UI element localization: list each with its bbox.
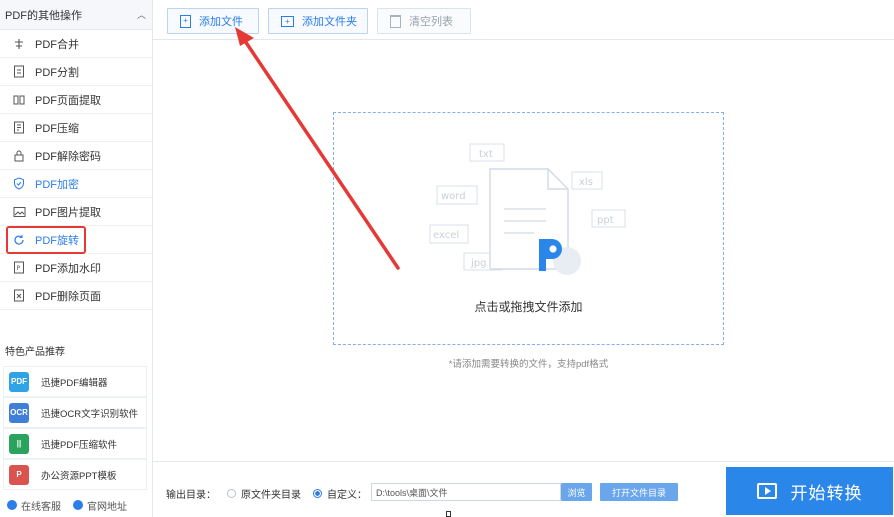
sidebar: PDF的其他操作 ︿ PDF合并 PDF分割 PDF页面提取 PDF压缩 PDF… bbox=[0, 0, 153, 517]
sidebar-footer: 在线客服 官网地址 bbox=[0, 495, 152, 515]
mouse-cursor-icon bbox=[446, 511, 451, 517]
sidebar-item-label: PDF分割 bbox=[35, 66, 79, 79]
sidebar-item-merge[interactable]: PDF合并 bbox=[0, 30, 152, 58]
recommend-item-label: 迅捷OCR文字识别软件 bbox=[41, 408, 139, 420]
merge-icon bbox=[12, 37, 26, 51]
zip-icon: || bbox=[9, 433, 29, 454]
delete-page-icon bbox=[12, 289, 26, 303]
radio-dot bbox=[313, 489, 322, 498]
browser-icon bbox=[73, 500, 83, 510]
rotate-icon bbox=[12, 233, 26, 247]
ocr-icon: OCR bbox=[9, 402, 29, 423]
sidebar-item-extract-pages[interactable]: PDF页面提取 bbox=[0, 86, 152, 114]
file-tag-txt: txt bbox=[479, 149, 493, 160]
sidebar-header[interactable]: PDF的其他操作 ︿ bbox=[0, 0, 152, 30]
online-service-label: 在线客服 bbox=[21, 501, 61, 513]
file-tag-excel: excel bbox=[433, 230, 459, 241]
sidebar-item-watermark[interactable]: P PDF添加水印 bbox=[0, 254, 152, 282]
radio-dot bbox=[227, 489, 236, 498]
recommend-item-label: 办公资源PPT模板 bbox=[41, 470, 117, 482]
sidebar-item-label: PDF添加水印 bbox=[35, 262, 101, 275]
recommend-item-label: 迅捷PDF压缩软件 bbox=[41, 439, 118, 451]
add-file-icon: + bbox=[180, 14, 191, 28]
sidebar-header-title: PDF的其他操作 bbox=[5, 9, 82, 22]
source-folder-label: 原文件夹目录 bbox=[241, 490, 301, 501]
clear-list-label: 清空列表 bbox=[409, 16, 453, 28]
file-tag-jpg: jpg bbox=[470, 258, 486, 269]
output-bar: 输出目录： 原文件夹目录 自定义： 浏览 打开文件目录 开始转换 bbox=[153, 461, 894, 517]
file-drop-zone[interactable]: txt word xls ppt excel jpg 点击或拖拽文件添加 bbox=[333, 112, 724, 345]
drop-zone-label: 点击或拖拽文件添加 bbox=[474, 300, 583, 314]
sidebar-item-label: PDF页面提取 bbox=[35, 94, 101, 107]
online-service-link[interactable]: 在线客服 bbox=[7, 498, 61, 513]
recommend-item-label: 迅捷PDF编辑器 bbox=[41, 377, 108, 389]
start-convert-button[interactable]: 开始转换 bbox=[726, 467, 893, 515]
sidebar-item-label: PDF合并 bbox=[35, 38, 79, 51]
recommend-item-ocr[interactable]: OCR 迅捷OCR文字识别软件 bbox=[3, 397, 147, 428]
sidebar-item-delete-page[interactable]: PDF删除页面 bbox=[0, 282, 152, 310]
source-folder-radio[interactable]: 原文件夹目录 bbox=[227, 486, 301, 501]
ppt-icon: P bbox=[9, 464, 29, 485]
recommend-item-ppt[interactable]: P 办公资源PPT模板 bbox=[3, 459, 147, 490]
browse-button[interactable]: 浏览 bbox=[561, 483, 592, 501]
custom-folder-label: 自定义： bbox=[327, 490, 367, 501]
sidebar-item-label: PDF图片提取 bbox=[35, 206, 101, 219]
add-folder-button[interactable]: + 添加文件夹 bbox=[268, 8, 368, 34]
clear-list-button[interactable]: 清空列表 bbox=[377, 8, 471, 34]
format-hint: *请添加需要转换的文件，支持pdf格式 bbox=[448, 359, 609, 370]
image-icon bbox=[12, 205, 26, 219]
sidebar-item-label: PDF压缩 bbox=[35, 122, 79, 135]
output-path-input[interactable] bbox=[371, 483, 561, 501]
shield-icon bbox=[12, 177, 26, 191]
sidebar-item-encrypt[interactable]: PDF加密 bbox=[0, 170, 152, 198]
sidebar-item-compress[interactable]: PDF压缩 bbox=[0, 114, 152, 142]
toolbar: + 添加文件 + 添加文件夹 清空列表 bbox=[153, 0, 894, 40]
file-types-illustration-icon: txt word xls ppt excel jpg bbox=[429, 143, 626, 275]
recommend-title: 特色产品推荐 bbox=[5, 347, 65, 358]
file-tag-xls: xls bbox=[579, 177, 593, 188]
headset-icon bbox=[7, 500, 17, 510]
sidebar-item-label: PDF加密 bbox=[35, 178, 79, 191]
sidebar-item-unlock[interactable]: PDF解除密码 bbox=[0, 142, 152, 170]
recommend-item-pdf-editor[interactable]: PDF 迅捷PDF编辑器 bbox=[3, 366, 147, 397]
pdf-editor-icon: PDF bbox=[9, 371, 29, 392]
custom-folder-radio[interactable]: 自定义： bbox=[313, 486, 367, 501]
trash-icon bbox=[390, 14, 401, 28]
add-file-label: 添加文件 bbox=[199, 16, 243, 28]
recommend-item-pdf-compress[interactable]: || 迅捷PDF压缩软件 bbox=[3, 428, 147, 459]
add-folder-label: 添加文件夹 bbox=[302, 16, 357, 28]
file-tag-word: word bbox=[441, 191, 466, 202]
website-label: 官网地址 bbox=[87, 501, 127, 513]
add-file-button[interactable]: + 添加文件 bbox=[167, 8, 259, 34]
open-folder-button[interactable]: 打开文件目录 bbox=[600, 483, 678, 501]
sidebar-item-split[interactable]: PDF分割 bbox=[0, 58, 152, 86]
extract-pages-icon bbox=[12, 93, 26, 107]
website-link[interactable]: 官网地址 bbox=[73, 498, 127, 513]
sidebar-item-extract-images[interactable]: PDF图片提取 bbox=[0, 198, 152, 226]
start-convert-label: 开始转换 bbox=[790, 483, 863, 503]
sidebar-item-label: PDF删除页面 bbox=[35, 290, 101, 303]
add-folder-icon: + bbox=[281, 15, 294, 27]
file-tag-ppt: ppt bbox=[597, 215, 614, 226]
compress-icon bbox=[12, 121, 26, 135]
unlock-icon bbox=[12, 149, 26, 163]
split-icon bbox=[12, 65, 26, 79]
sidebar-item-label: PDF解除密码 bbox=[35, 150, 101, 163]
svg-text:P: P bbox=[17, 265, 21, 272]
sidebar-item-label: PDF旋转 bbox=[35, 234, 79, 247]
output-dir-label: 输出目录： bbox=[166, 490, 216, 501]
watermark-icon: P bbox=[12, 261, 26, 275]
chevron-up-icon[interactable]: ︿ bbox=[137, 8, 146, 21]
sidebar-item-rotate[interactable]: PDF旋转 bbox=[0, 226, 152, 254]
play-icon bbox=[756, 483, 777, 499]
